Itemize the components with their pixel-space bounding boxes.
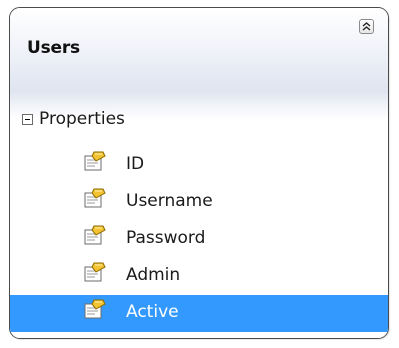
property-row-active[interactable]: Active bbox=[10, 295, 388, 332]
property-label: Password bbox=[126, 228, 206, 248]
section-properties[interactable]: Properties bbox=[22, 108, 125, 130]
entity-title: Users bbox=[27, 38, 80, 58]
property-row-admin[interactable]: Admin bbox=[10, 258, 388, 295]
property-label: ID bbox=[126, 154, 145, 174]
property-row-password[interactable]: Password bbox=[10, 221, 388, 258]
property-icon bbox=[82, 150, 108, 176]
collapse-minus-icon[interactable] bbox=[22, 113, 33, 125]
property-icon bbox=[82, 224, 108, 250]
property-label: Username bbox=[126, 191, 213, 211]
entity-shape-users[interactable]: Users Properties ID Username Password Ad… bbox=[9, 7, 389, 339]
property-row-id[interactable]: ID bbox=[10, 147, 388, 184]
property-row-username[interactable]: Username bbox=[10, 184, 388, 221]
property-label: Admin bbox=[126, 265, 181, 285]
collapse-button[interactable] bbox=[359, 19, 374, 34]
property-icon bbox=[82, 298, 108, 324]
property-icon bbox=[82, 187, 108, 213]
entity-header[interactable]: Users bbox=[10, 8, 388, 92]
double-chevron-up-icon bbox=[361, 21, 372, 32]
section-label: Properties bbox=[39, 109, 125, 129]
property-label: Active bbox=[126, 302, 179, 322]
property-icon bbox=[82, 261, 108, 287]
